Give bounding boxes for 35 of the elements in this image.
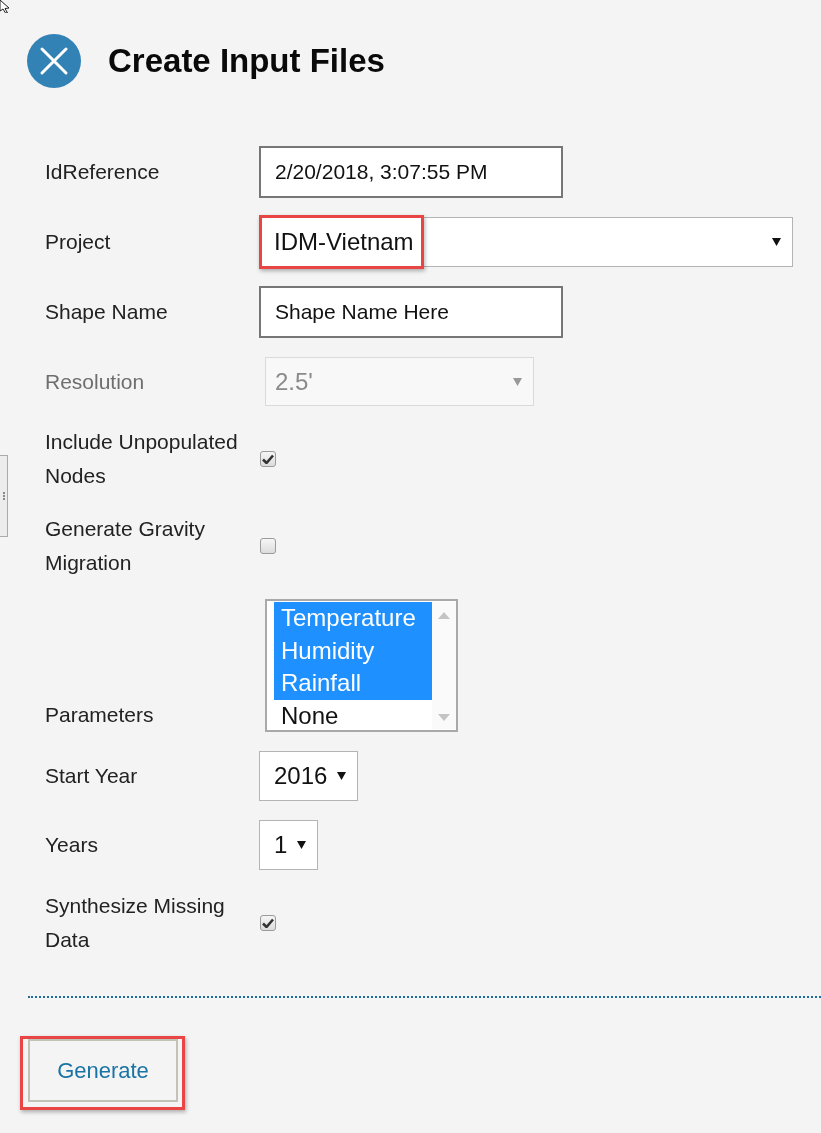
generate-button[interactable]: Generate — [28, 1039, 178, 1102]
field-label: Parameters — [45, 702, 155, 728]
grip-icon — [2, 492, 5, 500]
caret-icon — [337, 772, 347, 780]
field-label: Start Year — [45, 763, 139, 789]
dropdown-select[interactable]: 1 — [259, 820, 319, 870]
scroll-up-icon[interactable] — [438, 612, 450, 619]
text-field[interactable]: Shape Name Here — [259, 286, 563, 338]
field-label: Synthesize Missing Data — [45, 893, 226, 953]
caret-icon — [772, 238, 781, 246]
caret-icon — [297, 841, 307, 849]
field-label: Resolution — [45, 368, 146, 395]
field-label: Years — [45, 832, 99, 858]
field-label: IdReference — [45, 159, 161, 185]
checkmark-icon — [262, 918, 274, 928]
text-field[interactable]: 2/20/2018, 3:07:55 PM — [259, 146, 563, 198]
listbox[interactable]: Temperature Humidity Rainfall None — [265, 599, 458, 732]
checkbox[interactable] — [260, 915, 276, 931]
checkbox[interactable] — [260, 451, 276, 467]
scrollbar[interactable] — [432, 602, 456, 729]
field-label: Shape Name — [45, 299, 169, 325]
field-label: Generate Gravity Migration — [45, 516, 206, 576]
side-panel-tab[interactable] — [0, 455, 8, 537]
field-label: Project — [45, 229, 112, 255]
checkbox[interactable] — [260, 538, 276, 554]
checkmark-icon — [262, 454, 274, 464]
field-label: Include Unpopulated Nodes — [45, 429, 239, 489]
close-icon[interactable] — [27, 34, 81, 88]
list-option[interactable]: None — [274, 699, 432, 732]
caret-icon — [513, 377, 522, 386]
scroll-down-icon[interactable] — [438, 714, 450, 721]
cursor-icon — [0, 0, 10, 13]
dropdown-select[interactable]: IDM-Vietnam — [259, 217, 793, 267]
dialog-title: Create Input Files — [108, 41, 385, 81]
dropdown-select[interactable]: 2016 — [259, 751, 359, 801]
